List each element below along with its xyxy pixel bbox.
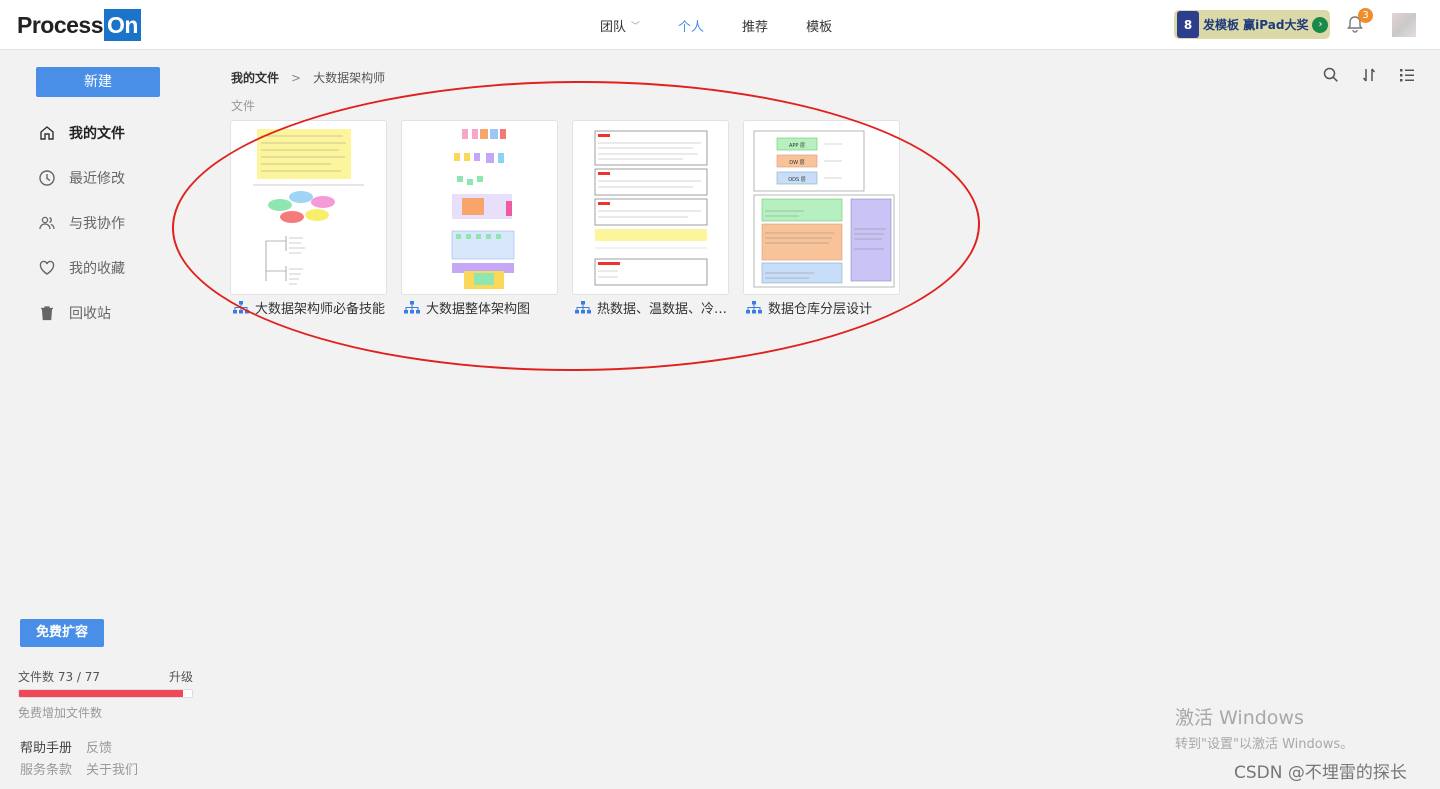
- windows-activation-watermark: 激活 Windows 转到"设置"以激活 Windows。: [1175, 703, 1353, 752]
- notification-badge: 3: [1358, 8, 1373, 23]
- sidebar-item-label: 我的文件: [69, 125, 125, 142]
- windows-activation-subtitle: 转到"设置"以激活 Windows。: [1175, 737, 1354, 752]
- arrow-right-icon: ›: [1312, 16, 1329, 33]
- sidebar-item-label: 回收站: [69, 305, 111, 322]
- expand-storage-button[interactable]: 免费扩容: [20, 619, 104, 647]
- nav-team[interactable]: 团队 ﹀: [600, 16, 640, 35]
- sidebar-item-label: 最近修改: [69, 170, 125, 187]
- footer-links: 帮助手册 反馈 服务条款 关于我们: [20, 738, 152, 782]
- upgrade-link[interactable]: 升级: [169, 668, 193, 685]
- quota-progress-fill: [19, 690, 183, 697]
- ipad-icon: 8: [1177, 11, 1199, 38]
- file-thumbnail: [401, 120, 558, 295]
- list-view-icon[interactable]: [1398, 66, 1416, 84]
- home-icon: [40, 125, 54, 140]
- file-title-text: 大数据架构师必备技能: [255, 302, 386, 317]
- file-grid: 大数据架构师必备技能 大数据整体架构图 热数据、温数据、冷数据 APP 层 DW…: [230, 120, 914, 317]
- file-thumbnail: [572, 120, 729, 295]
- file-thumbnail: APP 层 DW 层 ODS 层: [743, 120, 900, 295]
- new-button[interactable]: 新建: [36, 67, 160, 97]
- sidebar-item-favorites[interactable]: 我的收藏: [38, 245, 125, 290]
- nav-templates-label: 模板: [806, 19, 833, 35]
- nav-recommend[interactable]: 推荐: [742, 16, 768, 35]
- file-count: 文件数 73 / 77: [18, 670, 101, 684]
- section-label: 文件: [231, 99, 256, 113]
- users-icon: [39, 216, 55, 229]
- sidebar-item-label: 我的收藏: [69, 260, 125, 277]
- file-title: 热数据、温数据、冷数据: [572, 298, 729, 317]
- file-title-text: 热数据、温数据、冷数据: [597, 302, 729, 317]
- layer-app-label: APP 层: [789, 143, 805, 149]
- feedback-link[interactable]: 反馈: [86, 738, 112, 760]
- logo-badge: On: [104, 9, 141, 41]
- nav-personal-label: 个人: [678, 19, 705, 35]
- heart-icon: [39, 260, 55, 275]
- sort-icon[interactable]: [1360, 66, 1378, 84]
- breadcrumb-current: 大数据架构师: [313, 71, 386, 85]
- file-thumbnail: [230, 120, 387, 295]
- mindmap-icon: [404, 300, 420, 313]
- sidebar-item-shared[interactable]: 与我协作: [38, 200, 125, 245]
- file-title-text: 大数据整体架构图: [426, 302, 531, 317]
- document-preview: [594, 130, 708, 286]
- file-title: 大数据架构师必备技能: [230, 298, 387, 317]
- file-card[interactable]: 大数据架构师必备技能: [230, 120, 387, 317]
- breadcrumb-root[interactable]: 我的文件: [231, 69, 279, 86]
- sidebar-menu: 我的文件 最近修改 与我协作 我的收藏 回收站: [38, 110, 125, 335]
- promo-text: 发模板 赢iPad大奖: [1203, 18, 1309, 32]
- file-title-text: 数据仓库分层设计: [768, 302, 873, 317]
- search-icon[interactable]: [1322, 66, 1340, 84]
- file-title: 大数据整体架构图: [401, 298, 558, 317]
- windows-activation-title: 激活 Windows: [1175, 707, 1304, 729]
- promo-banner[interactable]: 8 发模板 赢iPad大奖 ›: [1174, 10, 1330, 39]
- quota-progress-bar: [18, 689, 193, 698]
- architecture-preview: [451, 129, 515, 289]
- processon-logo[interactable]: Process On: [17, 9, 141, 41]
- trash-icon: [41, 305, 53, 320]
- clock-icon: [39, 169, 55, 186]
- csdn-watermark: CSDN @不埋雷的探长: [1234, 763, 1407, 783]
- mindmap-icon: [575, 300, 591, 313]
- help-link[interactable]: 帮助手册: [20, 738, 72, 760]
- mindmap-icon: [233, 300, 249, 313]
- file-title: 数据仓库分层设计: [743, 298, 900, 317]
- chevron-down-icon: ﹀: [631, 21, 641, 32]
- top-header: Process On 团队 ﹀ 个人 推荐 模板 8 发模板 赢iPad大奖 › …: [0, 0, 1440, 50]
- nav-recommend-label: 推荐: [742, 19, 769, 35]
- file-card[interactable]: APP 层 DW 层 ODS 层 数据仓库分层设计: [743, 120, 900, 317]
- layer-dw-label: DW 层: [789, 160, 804, 166]
- about-link[interactable]: 关于我们: [86, 760, 138, 782]
- sidebar-item-label: 与我协作: [69, 215, 125, 232]
- sidebar-item-my-files[interactable]: 我的文件: [38, 110, 125, 155]
- nav-personal[interactable]: 个人: [678, 16, 704, 35]
- quota-hint[interactable]: 免费增加文件数: [18, 704, 102, 721]
- mindmap-icon: [746, 300, 762, 313]
- nav-templates[interactable]: 模板: [806, 16, 832, 35]
- sidebar-item-recent[interactable]: 最近修改: [38, 155, 125, 200]
- nav-team-label: 团队: [600, 19, 627, 35]
- breadcrumb-separator: >: [291, 70, 302, 85]
- avatar[interactable]: [1392, 13, 1416, 37]
- layer-ods-label: ODS 层: [788, 177, 806, 183]
- toolbar: [1322, 66, 1436, 84]
- sidebar-item-trash[interactable]: 回收站: [38, 290, 125, 335]
- logo-text: Process: [17, 11, 104, 38]
- warehouse-layers-preview: APP 层 DW 层 ODS 层: [753, 130, 895, 288]
- terms-link[interactable]: 服务条款: [20, 760, 72, 782]
- breadcrumb: 我的文件 > 大数据架构师: [231, 69, 385, 86]
- mindmap-preview: [253, 129, 364, 285]
- file-card[interactable]: 热数据、温数据、冷数据: [572, 120, 729, 317]
- file-card[interactable]: 大数据整体架构图: [401, 120, 558, 317]
- main-nav: 团队 ﹀ 个人 推荐 模板: [600, 0, 870, 50]
